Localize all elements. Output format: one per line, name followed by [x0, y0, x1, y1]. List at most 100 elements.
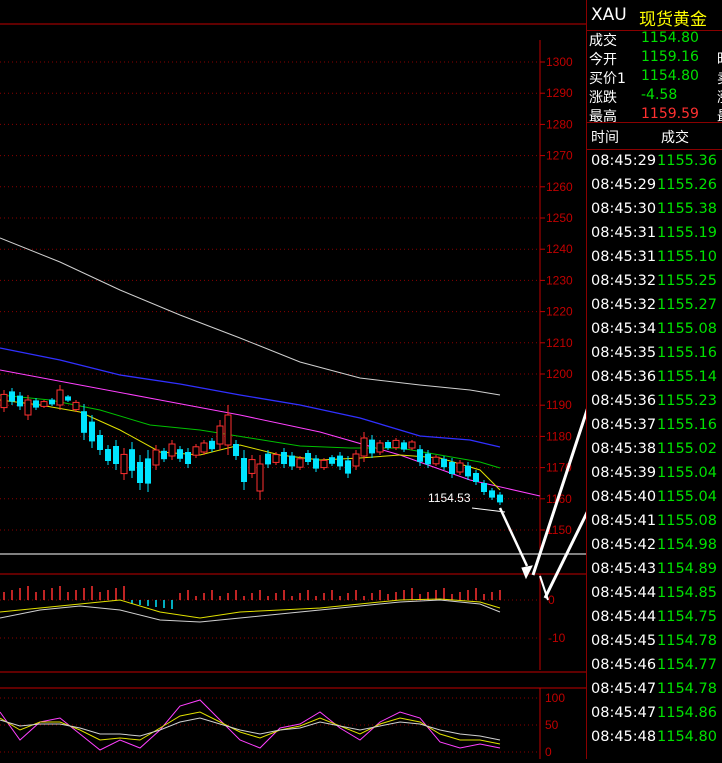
price-axis-label: 1220 — [546, 305, 573, 319]
tick-row[interactable]: 08:45:31 1155.10 — [587, 249, 722, 273]
tick-price: 1154.75 — [657, 609, 717, 625]
quote-extra-label: 涨 — [717, 87, 722, 107]
quote-row: 今开 1159.16 昨 — [587, 49, 722, 68]
candle-body — [56, 389, 64, 406]
tick-row[interactable]: 08:45:47 1154.86 — [587, 705, 722, 729]
tick-row[interactable]: 08:45:36 1155.23 — [587, 393, 722, 417]
kdj-axis-label: 50 — [545, 718, 559, 732]
tick-row[interactable]: 08:45:41 1155.08 — [587, 513, 722, 537]
quote-value: 1154.80 — [641, 30, 699, 46]
tick-row[interactable]: 08:45:42 1154.98 — [587, 537, 722, 561]
tick-time: 08:45:47 — [591, 705, 657, 721]
tick-price: 1155.14 — [657, 369, 717, 385]
candle-body — [168, 443, 176, 457]
tick-row[interactable]: 08:45:29 1155.26 — [587, 177, 722, 201]
ticks-header-time: 时间 — [591, 130, 619, 146]
quote-sidebar: XAU 现货黄金 成交 1154.80 今开 1159.16 昨买价1 1154.80 卖涨… — [586, 0, 722, 759]
candle-body — [329, 457, 335, 464]
tick-price: 1155.25 — [657, 273, 717, 289]
tick-price: 1155.08 — [657, 513, 717, 529]
candle-body — [241, 458, 247, 482]
quote-label: 今开 — [589, 52, 617, 68]
macd-axis-label: 0 — [548, 593, 555, 607]
tick-price: 1155.04 — [657, 465, 717, 481]
tick-time: 08:45:32 — [591, 273, 657, 289]
ma-line-white — [0, 237, 501, 396]
candle-body — [120, 453, 128, 475]
tick-price: 1154.86 — [657, 705, 717, 721]
tick-price: 1154.78 — [657, 681, 717, 697]
candle-body — [481, 483, 487, 492]
candle-body — [352, 453, 360, 467]
tick-time: 08:45:41 — [591, 513, 657, 529]
candle-body — [473, 473, 479, 482]
candle-body — [24, 399, 32, 416]
tick-row[interactable]: 08:45:34 1155.08 — [587, 321, 722, 345]
tick-row[interactable]: 08:45:44 1154.75 — [587, 609, 722, 633]
tick-price: 1154.80 — [657, 729, 717, 745]
tick-price: 1155.04 — [657, 489, 717, 505]
candle-body — [456, 462, 464, 473]
candle-body — [392, 439, 400, 449]
price-axis-label: 1270 — [546, 149, 573, 163]
price-axis-label: 1180 — [546, 429, 572, 443]
tick-time: 08:45:35 — [591, 345, 657, 361]
tick-row[interactable]: 08:45:35 1155.16 — [587, 345, 722, 369]
candle-body — [81, 411, 87, 433]
tick-row[interactable]: 08:45:45 1154.78 — [587, 633, 722, 657]
tick-time: 08:45:46 — [591, 657, 657, 673]
candle-body — [216, 425, 224, 445]
price-axis-label: 1260 — [546, 180, 573, 194]
kdj-d-line — [0, 711, 501, 745]
ticks-header: 时间 成交 — [587, 122, 722, 150]
tick-row[interactable]: 08:45:40 1155.04 — [587, 489, 722, 513]
tick-row[interactable]: 08:45:44 1154.85 — [587, 585, 722, 609]
tick-time: 08:45:42 — [591, 537, 657, 553]
tick-row[interactable]: 08:45:29 1155.36 — [587, 153, 722, 177]
price-chart[interactable]: 1300 1290 1280 1270 1260 1250 1240 1230 1220 1210… — [0, 0, 669, 759]
candle-body — [376, 442, 384, 453]
tick-price: 1155.10 — [657, 249, 717, 265]
tick-price: 1155.16 — [657, 345, 717, 361]
tick-row[interactable]: 08:45:31 1155.19 — [587, 225, 722, 249]
macd-axis-label: -10 — [548, 631, 566, 645]
tick-row[interactable]: 08:45:32 1155.25 — [587, 273, 722, 297]
price-axis-label: 1280 — [546, 117, 573, 131]
tick-time: 08:45:29 — [591, 153, 657, 169]
chart-area[interactable]: 1300 1290 1280 1270 1260 1250 1240 1230 1220 1210… — [0, 0, 669, 759]
symbol-name: 现货黄金 — [639, 10, 707, 30]
tick-price: 1155.16 — [657, 417, 717, 433]
price-axis-label: 1300 — [546, 55, 573, 69]
candle-body — [113, 446, 119, 464]
candle-body — [272, 454, 280, 463]
candle-body — [40, 401, 48, 407]
tick-row[interactable]: 08:45:30 1155.38 — [587, 201, 722, 225]
candle-body — [9, 391, 15, 402]
tick-row[interactable]: 08:45:37 1155.16 — [587, 417, 722, 441]
tick-time: 08:45:43 — [591, 561, 657, 577]
candle-body — [305, 453, 311, 462]
tick-row[interactable]: 08:45:38 1155.02 — [587, 441, 722, 465]
tick-row[interactable]: 08:45:39 1155.04 — [587, 465, 722, 489]
tick-row[interactable]: 08:45:36 1155.14 — [587, 369, 722, 393]
ma-line-yellow — [0, 399, 501, 491]
candle-body — [256, 463, 264, 492]
candle-body — [417, 449, 423, 462]
price-axis-label: 1230 — [546, 273, 573, 287]
tick-price: 1154.85 — [657, 585, 717, 601]
candle-body — [441, 458, 447, 468]
candle-body — [233, 444, 239, 456]
tick-time: 08:45:44 — [591, 609, 657, 625]
tick-time: 08:45:30 — [591, 201, 657, 217]
tick-time: 08:45:31 — [591, 249, 657, 265]
tick-row[interactable]: 08:45:47 1154.78 — [587, 681, 722, 705]
ticks-header-price: 成交 — [661, 130, 689, 146]
tick-time: 08:45:32 — [591, 297, 657, 313]
candle-body — [129, 449, 135, 471]
tick-row[interactable]: 08:45:32 1155.27 — [587, 297, 722, 321]
tick-row[interactable]: 08:45:46 1154.77 — [587, 657, 722, 681]
price-axis-label: 1240 — [546, 242, 573, 256]
candle-body — [161, 450, 167, 460]
tick-row[interactable]: 08:45:48 1154.80 — [587, 729, 722, 753]
tick-row[interactable]: 08:45:43 1154.89 — [587, 561, 722, 585]
